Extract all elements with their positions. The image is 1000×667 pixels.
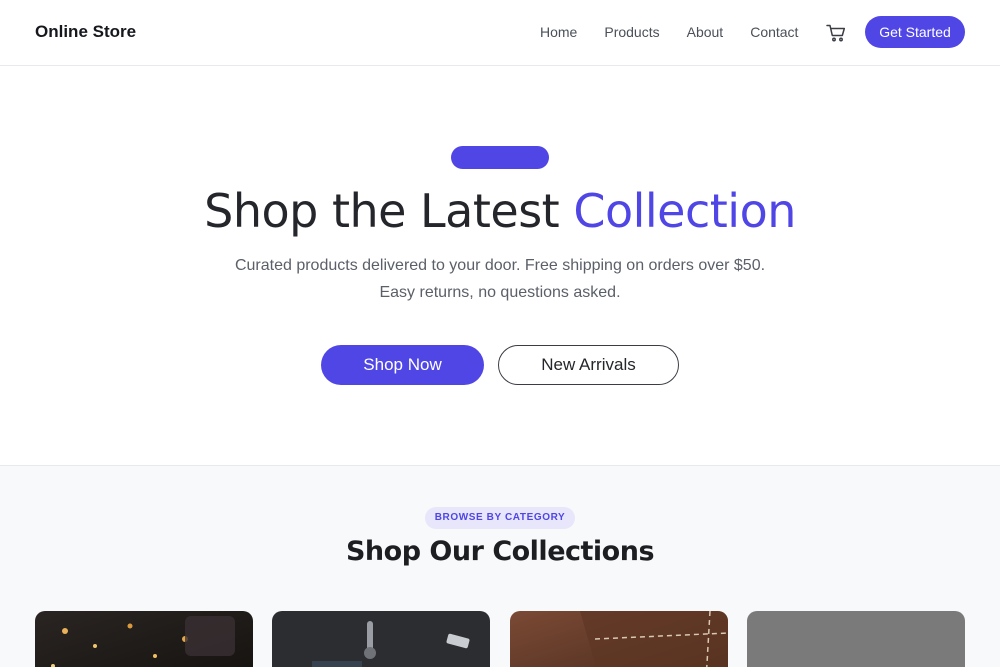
collection-card-image[interactable] [272, 611, 490, 667]
collection-card-image[interactable] [510, 611, 728, 667]
top-navbar: Online Store Home Products About Contact… [0, 0, 1000, 66]
category-eyebrow-badge: BROWSE BY CATEGORY [425, 507, 575, 529]
hero-section: Shop the Latest Collection Curated produ… [0, 66, 1000, 465]
hero-subtitle: Curated products delivered to your door.… [234, 257, 766, 301]
collection-card-image[interactable] [35, 611, 253, 667]
nav-link-contact[interactable]: Contact [750, 24, 798, 40]
nav-link-products[interactable]: Products [604, 24, 659, 40]
hero-title-accent: Collection [573, 184, 796, 238]
nav-links: Home Products About Contact [540, 24, 798, 40]
shop-now-button[interactable]: Shop Now [321, 345, 484, 385]
brand-logo[interactable]: Online Store [35, 22, 136, 42]
nav-link-home[interactable]: Home [540, 24, 577, 40]
nav-link-about[interactable]: About [687, 24, 724, 40]
hero-badge [451, 146, 549, 169]
new-arrivals-button[interactable]: New Arrivals [498, 345, 679, 385]
hero-title-main: Shop the Latest [204, 184, 574, 238]
collections-section: BROWSE BY CATEGORY Shop Our Collections [0, 465, 1000, 667]
get-started-button[interactable]: Get Started [865, 16, 965, 48]
collection-card-image[interactable] [747, 611, 965, 667]
hero-title: Shop the Latest Collection [0, 184, 1000, 238]
cart-icon[interactable] [826, 24, 846, 42]
collections-title: Shop Our Collections [345, 536, 655, 567]
